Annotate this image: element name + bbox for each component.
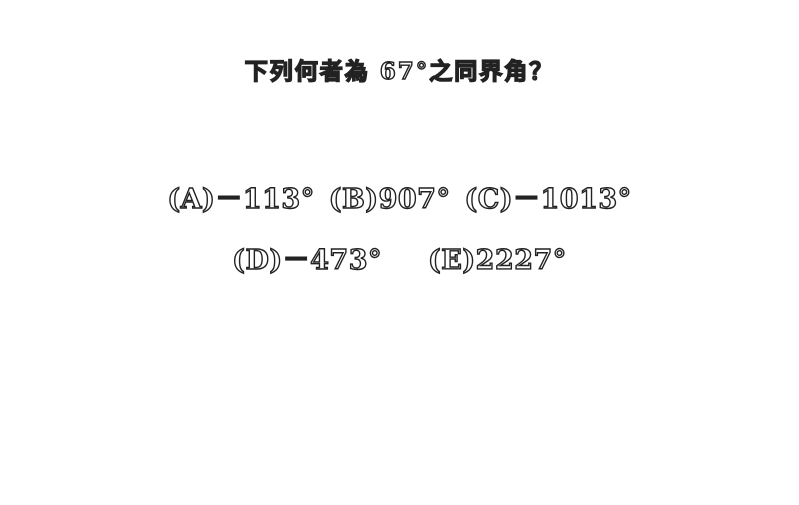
option-a: (A)－113°	[167, 177, 315, 216]
option-b: (B)907°	[328, 183, 451, 215]
option-c-value: －1013°	[512, 183, 632, 215]
option-c: (C)－1013°	[464, 177, 632, 216]
options-row-2: (D)－473° (E)2227°	[0, 238, 799, 277]
option-c-letter: (C)	[464, 183, 513, 215]
option-e-letter: (E)	[427, 244, 476, 276]
option-b-value: 907°	[378, 183, 451, 215]
option-e: (E)2227°	[427, 244, 567, 276]
question-text: 下列何者為 67°之同界角？	[244, 57, 555, 85]
option-d-letter: (D)	[231, 244, 283, 276]
option-a-value: －113°	[215, 183, 315, 215]
options-row-1: (A)－113° (B)907° (C)－1013°	[0, 177, 799, 216]
option-d: (D)－473°	[231, 238, 383, 277]
option-e-value: 2227°	[475, 244, 567, 276]
option-a-letter: (A)	[167, 183, 216, 215]
option-d-value: －473°	[282, 244, 383, 276]
option-b-letter: (B)	[328, 183, 379, 215]
page: { "question": "下列何者為 67°之同界角？", "options…	[0, 0, 799, 505]
